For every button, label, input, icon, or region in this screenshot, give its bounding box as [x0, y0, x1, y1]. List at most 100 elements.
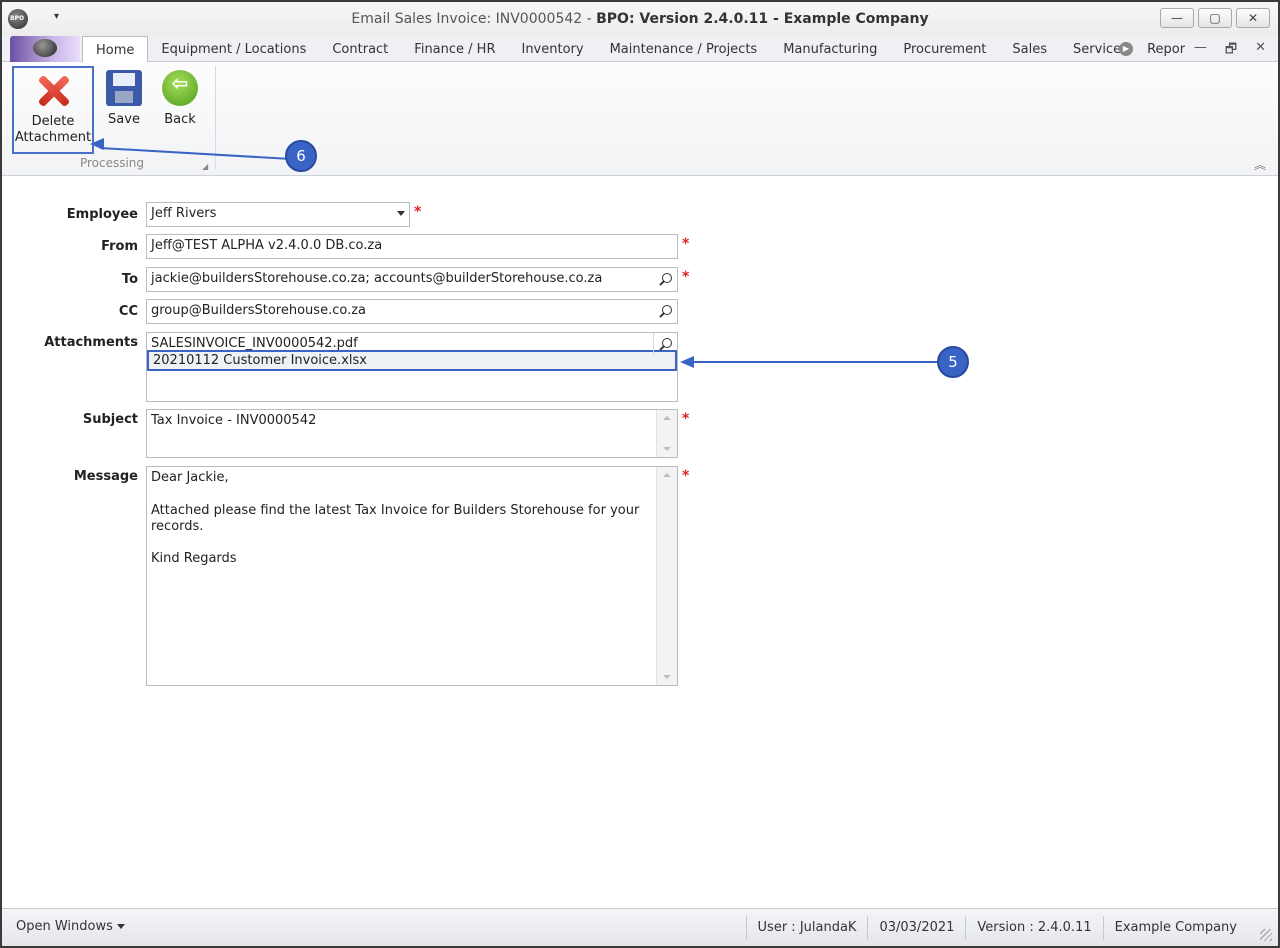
attachments-label: Attachments [44, 335, 138, 350]
chevron-down-icon[interactable] [397, 211, 405, 216]
subject-scrollbar[interactable] [656, 410, 677, 457]
callout-5-badge: 5 [937, 346, 969, 378]
from-field[interactable]: Jeff@TEST ALPHA v2.4.0.0 DB.co.za [146, 234, 678, 259]
application-window: BPO ▾ Email Sales Invoice: INV0000542 - … [0, 0, 1280, 948]
mdi-close-button[interactable]: ✕ [1255, 40, 1266, 62]
save-button[interactable]: Save [102, 66, 146, 128]
window-title-prefix: Email Sales Invoice: INV0000542 - [351, 11, 597, 27]
back-arrow-icon: ⇦ [162, 70, 198, 106]
processing-group-label: Processing [79, 156, 145, 170]
status-bar: Open Windows User : JulandaK 03/03/2021 … [2, 908, 1278, 946]
attachments-list[interactable]: SALESINVOICE_INV0000542.pdf 20210112 Cus… [146, 332, 678, 402]
ribbon-tab-row: Home Equipment / Locations Contract Finance… [2, 36, 1278, 62]
status-items: User : JulandaK 03/03/2021 Version : 2.4… [745, 909, 1248, 946]
attachment-browse-button[interactable] [653, 333, 677, 355]
tab-scroll-right-icon[interactable]: ▶ [1119, 42, 1133, 56]
delete-attachment-label-2: Attachment [14, 130, 92, 145]
window-title-app: BPO: Version 2.4.0.11 - Example Company [596, 11, 929, 27]
floppy-disk-icon [106, 70, 142, 106]
search-icon [655, 335, 675, 354]
app-menu-logo-icon [33, 39, 57, 57]
message-field[interactable]: Dear Jackie, Attached please find the lat… [146, 466, 678, 686]
callout-5-arrowhead [680, 356, 694, 368]
employee-required-mark: * [414, 204, 422, 220]
status-user: User : JulandaK [745, 916, 868, 940]
message-body: Dear Jackie, Attached please find the lat… [151, 470, 673, 568]
open-windows-button[interactable]: Open Windows [16, 919, 125, 934]
to-label: To [121, 272, 138, 287]
save-label: Save [108, 112, 140, 127]
back-button[interactable]: ⇦ Back [158, 66, 202, 128]
mdi-minimize-button[interactable]: — [1194, 40, 1207, 62]
tab-sales[interactable]: Sales [999, 36, 1060, 62]
from-value: Jeff@TEST ALPHA v2.4.0.0 DB.co.za [151, 238, 383, 253]
subject-required-mark: * [682, 411, 690, 427]
email-form: Employee Jeff Rivers * From Jeff@TEST AL… [2, 177, 1278, 907]
tab-finance-hr[interactable]: Finance / HR [401, 36, 508, 62]
resize-grip-icon[interactable] [1260, 929, 1272, 941]
group-launcher-icon[interactable]: ◢ [202, 162, 208, 171]
tab-equipment-locations[interactable]: Equipment / Locations [148, 36, 319, 62]
message-line [151, 535, 673, 551]
search-icon[interactable] [655, 270, 675, 289]
message-line [151, 486, 673, 502]
tab-repor[interactable]: Repor [1134, 36, 1198, 62]
callout-6-arrowhead [90, 138, 104, 150]
tab-maintenance-projects[interactable]: Maintenance / Projects [597, 36, 771, 62]
cc-label: CC [118, 304, 138, 319]
callout-5-arrow [684, 361, 938, 363]
callout-6-badge: 6 [285, 140, 317, 172]
chevron-down-icon [116, 924, 125, 929]
close-button[interactable]: ✕ [1236, 8, 1270, 28]
delete-attachment-button[interactable]: Delete Attachment [12, 66, 94, 154]
scroll-down-icon[interactable] [663, 447, 671, 451]
to-required-mark: * [682, 269, 690, 285]
cc-value: group@BuildersStorehouse.co.za [151, 303, 366, 318]
attachment-item-selected[interactable]: 20210112 Customer Invoice.xlsx [147, 350, 677, 371]
ribbon-collapse-icon[interactable]: ︽ [1254, 156, 1266, 173]
message-scrollbar[interactable] [656, 467, 677, 685]
maximize-button[interactable]: ▢ [1198, 8, 1232, 28]
tab-home[interactable]: Home [82, 36, 149, 62]
scroll-down-icon[interactable] [663, 675, 671, 679]
tab-inventory[interactable]: Inventory [508, 36, 596, 62]
message-line: Attached please find the latest Tax Invo… [151, 502, 640, 518]
window-controls: — ▢ ✕ [1160, 8, 1270, 28]
from-label: From [101, 239, 138, 254]
window-title: Email Sales Invoice: INV0000542 - BPO: V… [2, 11, 1278, 27]
employee-dropdown[interactable]: Jeff Rivers [146, 202, 410, 227]
tab-manufacturing[interactable]: Manufacturing [770, 36, 890, 62]
minimize-button[interactable]: — [1160, 8, 1194, 28]
employee-label: Employee [66, 207, 138, 222]
cc-field[interactable]: group@BuildersStorehouse.co.za [146, 299, 678, 324]
subject-label: Subject [82, 412, 138, 427]
tab-contract[interactable]: Contract [319, 36, 401, 62]
delete-x-icon [35, 72, 71, 108]
scroll-up-icon[interactable] [663, 416, 671, 420]
delete-attachment-label-1: Delete [31, 114, 75, 129]
ribbon-tabs: Home Equipment / Locations Contract Finance… [82, 36, 1198, 62]
message-label: Message [73, 469, 138, 484]
message-required-mark: * [682, 468, 690, 484]
status-company: Example Company [1102, 916, 1248, 940]
scroll-up-icon[interactable] [663, 473, 671, 477]
to-value: jackie@buildersStorehouse.co.za; account… [151, 271, 603, 286]
mdi-restore-button[interactable]: 🗗 [1225, 40, 1237, 62]
status-version: Version : 2.4.0.11 [965, 916, 1102, 940]
mdi-controls: — 🗗 ✕ [1194, 40, 1266, 62]
from-required-mark: * [682, 236, 690, 252]
message-line: Dear Jackie, [151, 470, 229, 485]
open-windows-label: Open Windows [16, 919, 113, 934]
to-field[interactable]: jackie@buildersStorehouse.co.za; account… [146, 267, 678, 292]
application-menu-button[interactable] [10, 36, 80, 62]
search-icon[interactable] [655, 302, 675, 321]
tab-procurement[interactable]: Procurement [890, 36, 999, 62]
back-label: Back [164, 112, 196, 127]
status-date: 03/03/2021 [867, 916, 965, 940]
ribbon: Delete Attachment Save ⇦ Back Processing… [2, 62, 1278, 176]
message-line: Kind Regards [151, 551, 237, 567]
subject-value: Tax Invoice - INV0000542 [151, 413, 317, 428]
title-bar: BPO ▾ Email Sales Invoice: INV0000542 - … [2, 2, 1278, 36]
employee-value: Jeff Rivers [151, 206, 217, 221]
subject-field[interactable]: Tax Invoice - INV0000542 [146, 409, 678, 458]
